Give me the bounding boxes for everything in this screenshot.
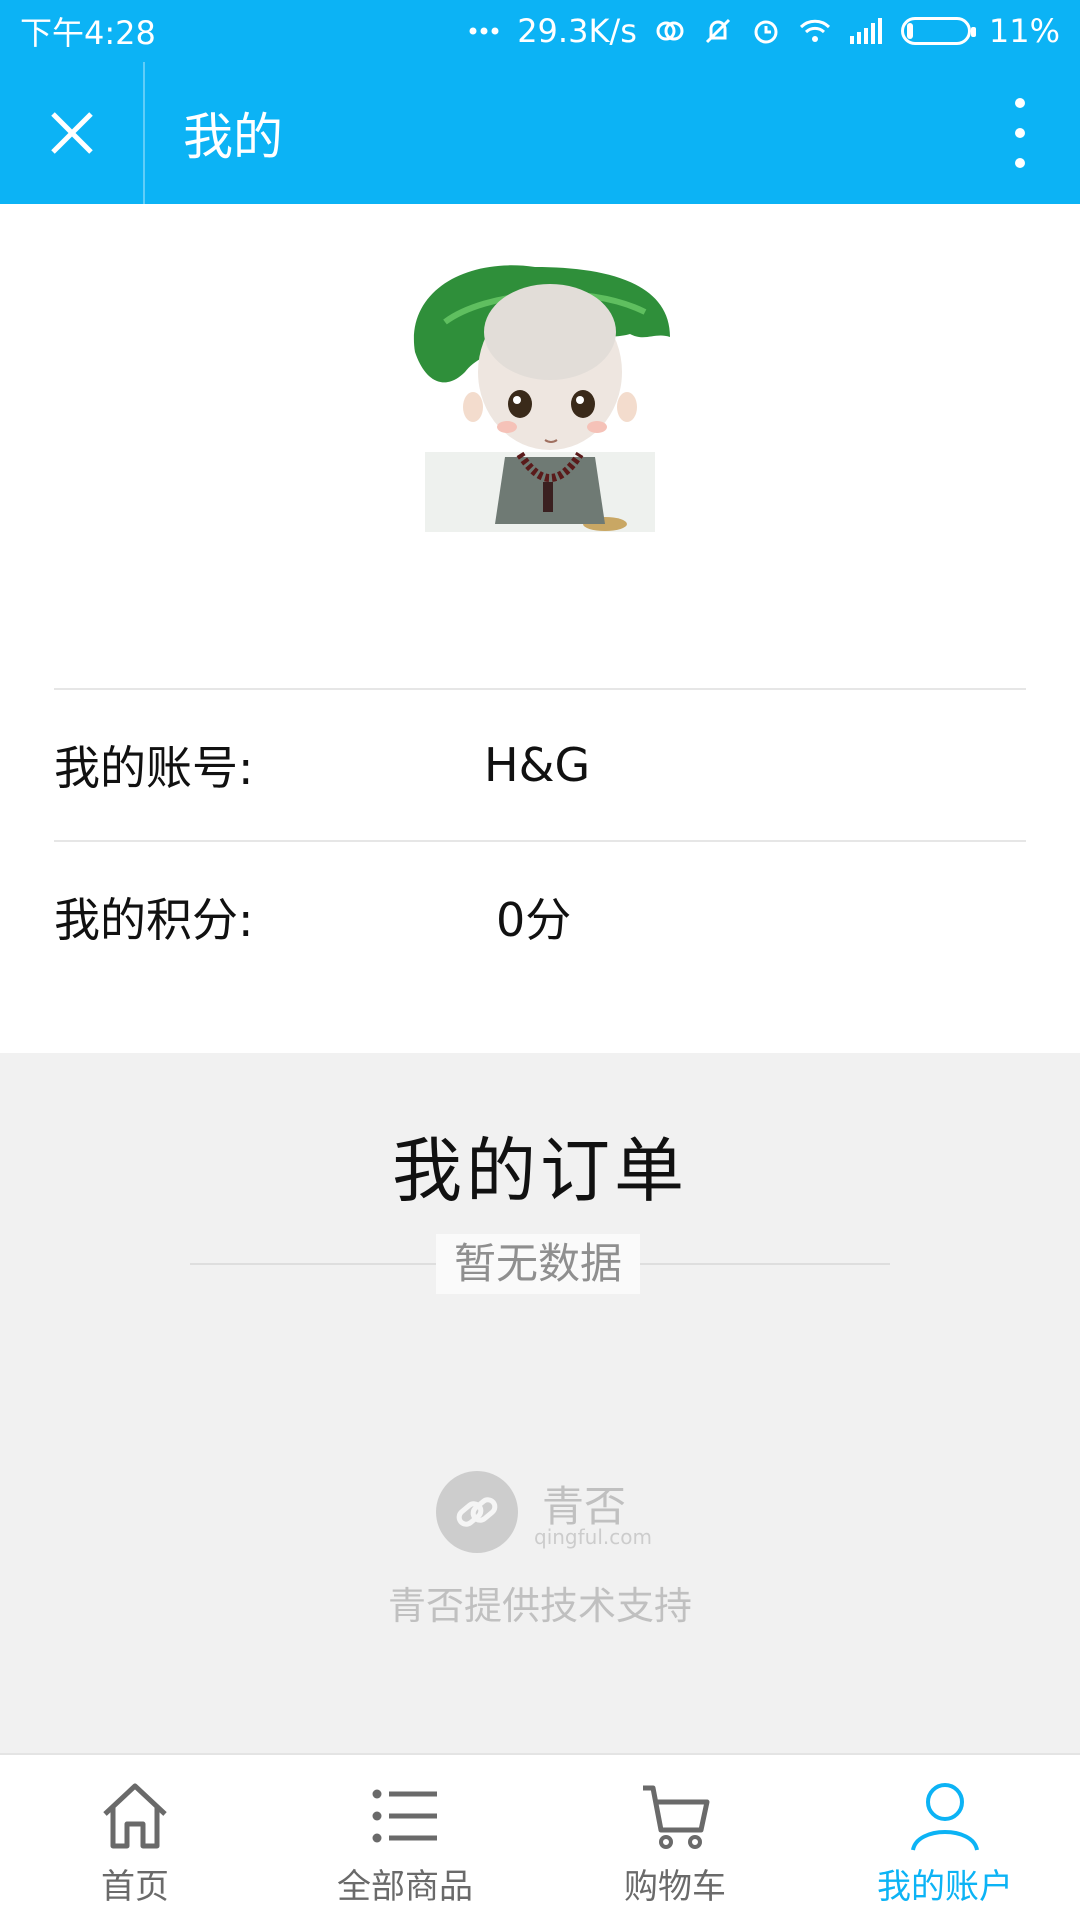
nav-bar: 我的 bbox=[0, 62, 1080, 204]
orders-title: 我的订单 bbox=[392, 1130, 688, 1212]
tab-my-account[interactable]: 我的账户 bbox=[810, 1755, 1080, 1920]
points-value: 0分 bbox=[496, 893, 572, 947]
empty-state-text: 暂无数据 bbox=[436, 1234, 640, 1294]
brand-footer: 青否 qingful.com 青否提供技术支持 bbox=[0, 1463, 1080, 1628]
tab-all-products[interactable]: 全部商品 bbox=[270, 1755, 540, 1920]
points-label: 我的积分: bbox=[54, 893, 254, 947]
signal-icon bbox=[849, 18, 883, 44]
avatar[interactable] bbox=[405, 262, 675, 532]
account-row: 我的账号: H&G bbox=[54, 688, 1026, 840]
battery-percent: 11% bbox=[988, 12, 1060, 50]
screen: 下午4:28 29.3K/s 11% 我的 我的账号: H&G 我的积分: 0分… bbox=[0, 0, 1080, 1920]
brand-logo-icon bbox=[436, 1471, 518, 1553]
list-icon bbox=[366, 1777, 444, 1855]
brand-domain: qingful.com bbox=[534, 1525, 652, 1549]
battery-icon bbox=[900, 17, 976, 45]
user-icon bbox=[906, 1777, 984, 1855]
tab-my-account-label: 我的账户 bbox=[877, 1867, 1013, 1907]
status-time: 下午4:28 bbox=[20, 14, 156, 52]
tab-home[interactable]: 首页 bbox=[0, 1755, 270, 1920]
tab-bar: 首页 全部商品 购物车 我的账户 bbox=[0, 1753, 1080, 1920]
close-icon bbox=[50, 112, 93, 154]
points-row: 我的积分: 0分 bbox=[54, 840, 1026, 992]
network-speed: 29.3K/s bbox=[517, 12, 637, 50]
orders-section: 我的订单 暂无数据 青否 qingful.com 青否提供技术支持 bbox=[0, 1053, 1080, 1753]
account-value: H&G bbox=[484, 738, 591, 792]
tab-cart[interactable]: 购物车 bbox=[540, 1755, 810, 1920]
status-bar: 下午4:28 29.3K/s 11% bbox=[0, 0, 1080, 62]
more-dots-icon bbox=[469, 26, 499, 36]
tab-home-label: 首页 bbox=[101, 1867, 169, 1907]
home-icon bbox=[96, 1777, 174, 1855]
alarm-icon bbox=[751, 16, 781, 46]
mute-icon bbox=[703, 16, 733, 46]
tab-cart-label: 购物车 bbox=[624, 1867, 726, 1907]
brand-support-text: 青否提供技术支持 bbox=[387, 1584, 692, 1628]
cart-icon bbox=[636, 1777, 714, 1855]
more-vertical-icon bbox=[1015, 98, 1025, 108]
account-label: 我的账号: bbox=[54, 741, 254, 795]
page-title: 我的 bbox=[183, 108, 283, 166]
more-menu-button[interactable] bbox=[1010, 98, 1030, 168]
close-button[interactable] bbox=[0, 62, 145, 204]
tab-all-products-label: 全部商品 bbox=[337, 1867, 473, 1907]
wifi-icon bbox=[799, 18, 831, 44]
hd-link-icon bbox=[655, 16, 685, 46]
profile-info: 我的账号: H&G 我的积分: 0分 bbox=[54, 688, 1026, 992]
